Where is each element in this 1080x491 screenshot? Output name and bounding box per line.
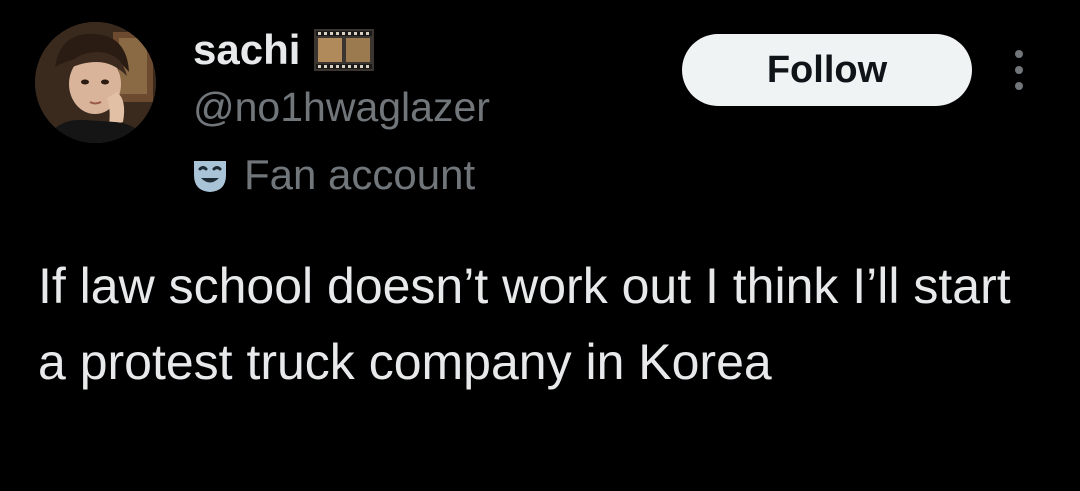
performing-arts-mask-icon (194, 161, 226, 192)
avatar[interactable] (35, 22, 156, 143)
affiliation-badge[interactable]: Fan account (190, 154, 475, 196)
tweet-text: If law school doesn’t work out I think I… (38, 258, 1011, 390)
more-vertical-icon[interactable] (1004, 46, 1034, 94)
film-frames-icon (314, 29, 375, 71)
follow-button[interactable]: Follow (682, 34, 972, 106)
avatar-photo (35, 22, 156, 143)
display-name-row: sachi (193, 22, 375, 78)
affiliation-label: Fan account (244, 151, 476, 198)
display-name[interactable]: sachi (193, 29, 300, 71)
author-handle[interactable]: @no1hwaglazer (193, 87, 490, 128)
